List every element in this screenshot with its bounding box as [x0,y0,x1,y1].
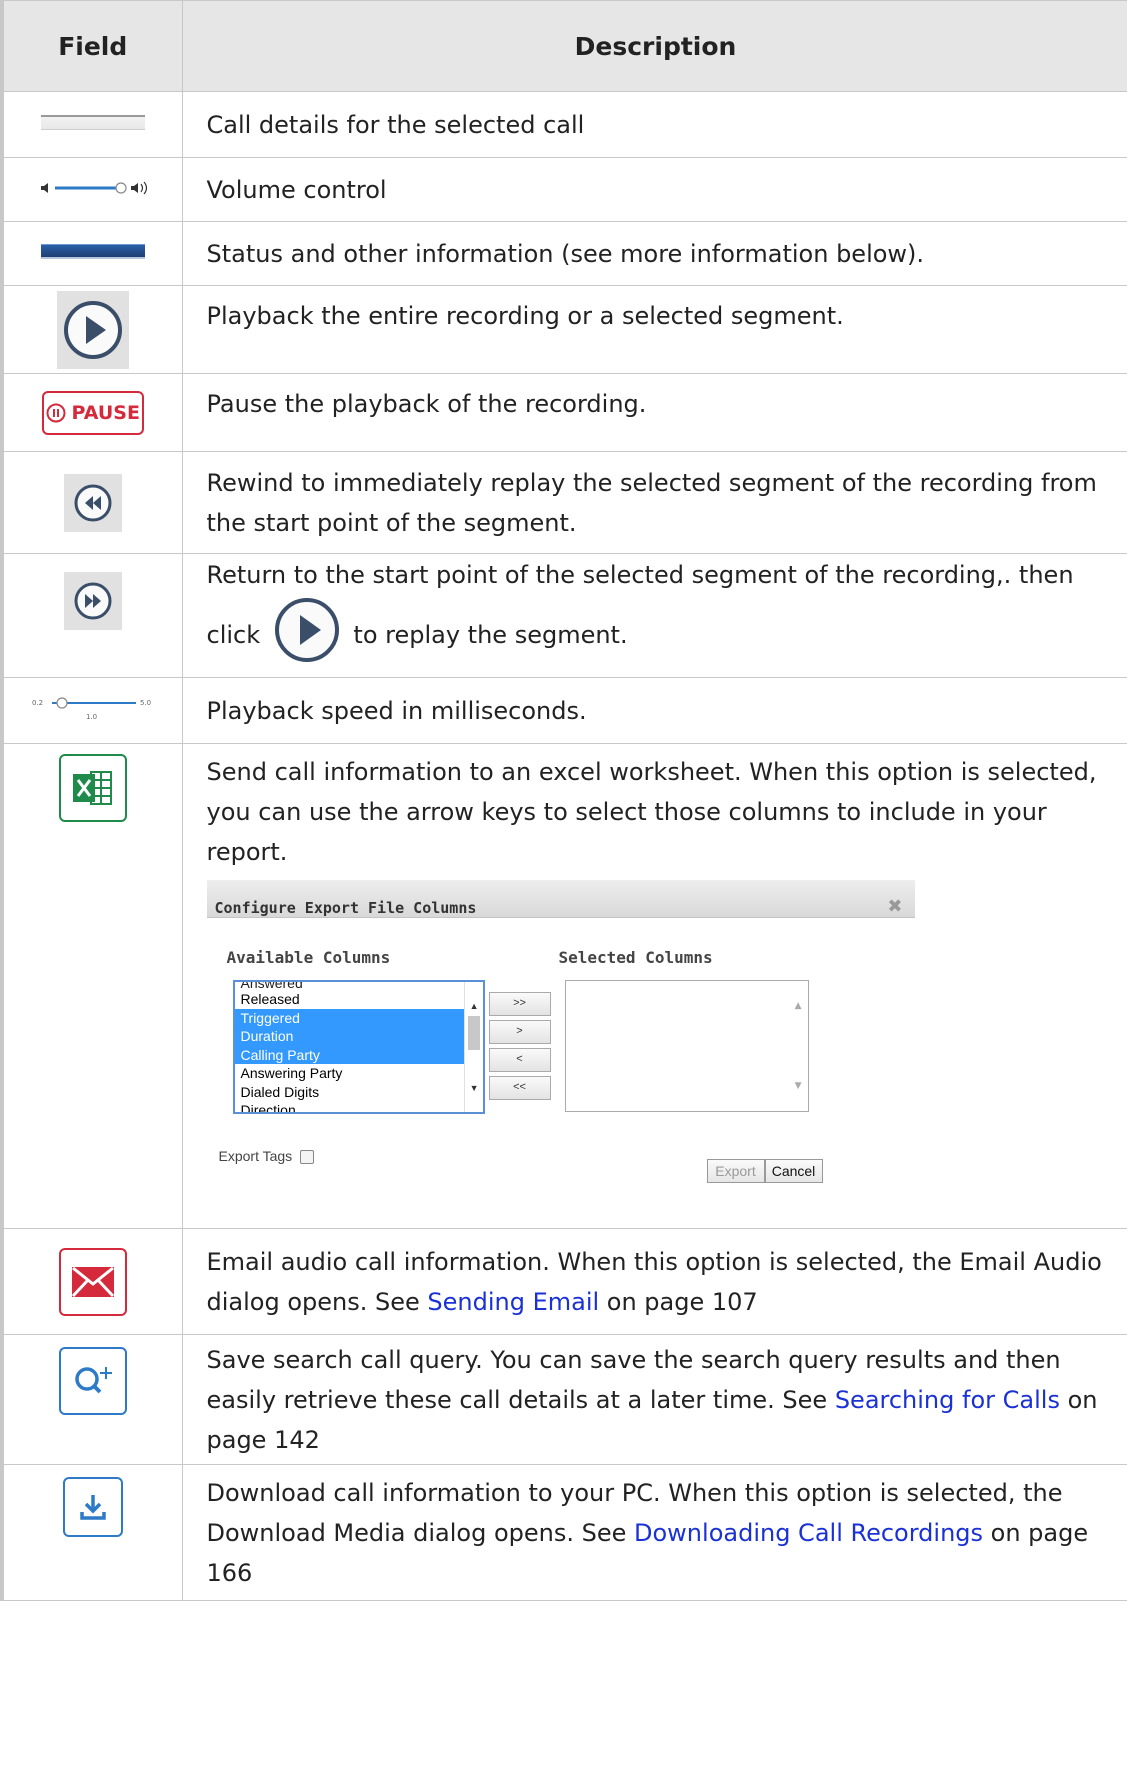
description-column-header: Description [181,0,1127,92]
list-item[interactable]: Calling Party [234,1045,483,1064]
svg-text:5.0: 5.0 [140,699,151,707]
call-details-thumbnail-icon [40,115,145,130]
excel-export-icon [58,754,127,822]
row-description: Rewind to immediately replay the selecte… [181,451,1127,554]
field-description-table: Field Description Call details for the s… [0,0,1127,1601]
table-row: PAUSE Pause the playback of the recordin… [0,373,1127,452]
list-item[interactable]: Direction [235,1101,483,1112]
list-item[interactable]: Duration [234,1027,483,1046]
email-icon [58,1247,127,1316]
export-tags-label: Export Tags [218,1148,293,1164]
row-description: Save search call query. You can save the… [181,1334,1127,1465]
sending-email-link[interactable]: Sending Email [427,1288,599,1316]
status-bar-thumbnail-icon [40,244,145,259]
playback-speed-slider-icon: 0.2 5.0 1.0 [32,696,151,721]
rewind-icon [63,473,122,532]
volume-control-icon [40,181,147,194]
field-column-header: Field [0,0,183,92]
table-row: Volume control [0,157,1127,222]
list-item[interactable]: Triggered [234,1008,483,1027]
table-row: Email audio call information. When this … [0,1228,1127,1335]
downloading-call-recordings-link[interactable]: Downloading Call Recordings [634,1519,983,1547]
move-right-button[interactable]: > [488,1020,551,1044]
row-description: Email audio call information. When this … [181,1228,1127,1335]
scrollbar[interactable]: ▲ ▼ [463,982,483,1112]
move-all-left-button[interactable]: << [488,1076,551,1100]
cancel-button[interactable]: Cancel [764,1159,823,1183]
close-icon[interactable]: ✖ [887,887,902,927]
scrollbar-thumb[interactable] [467,1016,480,1050]
row-description: Status and other information (see more i… [181,221,1127,286]
svg-text:0.2: 0.2 [32,699,43,707]
available-columns-listbox[interactable]: Answered Released Triggered Duration Cal… [232,980,485,1114]
save-search-icon [58,1347,127,1415]
row-description: Send call information to an excel worksh… [206,758,1097,866]
export-tags-checkbox[interactable] [300,1150,315,1165]
list-item[interactable]: Dialed Digits [235,1083,483,1102]
table-row: Status and other information (see more i… [0,221,1127,286]
table-row: 0.2 5.0 1.0 Playback speed in millisecon… [0,677,1127,744]
pause-icon: PAUSE [41,390,144,435]
dialog-title: Configure Export File Columns [214,899,477,917]
export-columns-dialog: Configure Export File Columns ✖ Availabl… [206,880,915,1210]
selected-columns-label: Selected Columns [558,948,713,967]
selected-columns-listbox[interactable]: ▲ ▼ [564,980,809,1112]
list-item[interactable]: Released [235,990,483,1009]
available-columns-label: Available Columns [226,948,391,967]
scroll-up-arrow-icon[interactable]: ▲ [795,986,802,1026]
dialog-title-bar: Configure Export File Columns ✖ [206,880,915,918]
row-description: Playback speed in milliseconds. [181,677,1127,744]
scroll-down-arrow-icon[interactable]: ▼ [470,1068,479,1108]
row-description: Return to the start point of the selecte… [207,555,1105,677]
table-header-row: Field Description [0,0,1127,92]
row-description: Playback the entire recording or a selec… [181,285,1127,374]
list-item[interactable]: Answered [235,982,483,990]
play-icon [56,290,129,369]
table-row: Playback the entire recording or a selec… [0,285,1127,374]
table-row: Download call information to your PC. Wh… [0,1464,1127,1601]
pause-label: PAUSE [71,401,140,424]
download-icon [62,1477,123,1537]
svg-text:1.0: 1.0 [86,713,97,721]
table-row: Send call information to an excel worksh… [0,743,1127,1229]
row-description: Download call information to your PC. Wh… [181,1464,1127,1601]
move-all-right-button[interactable]: >> [488,992,551,1016]
table-row: Save search call query. You can save the… [0,1334,1127,1465]
row-description: Volume control [181,157,1127,222]
row-description: Call details for the selected call [181,91,1127,158]
table-row: Call details for the selected call [0,91,1127,158]
export-button[interactable]: Export [706,1159,765,1183]
searching-for-calls-link[interactable]: Searching for Calls [835,1386,1060,1414]
replay-segment-icon [63,572,122,630]
move-left-button[interactable]: < [488,1048,551,1072]
table-row: Return to the start point of the selecte… [0,553,1127,678]
list-item[interactable]: Answering Party [235,1064,483,1083]
inline-play-icon [272,595,342,677]
row-description: Pause the playback of the recording. [181,373,1127,452]
scroll-down-arrow-icon[interactable]: ▼ [795,1066,802,1106]
table-row: Rewind to immediately replay the selecte… [0,451,1127,554]
document-page: Field Description Call details for the s… [0,0,1127,1783]
